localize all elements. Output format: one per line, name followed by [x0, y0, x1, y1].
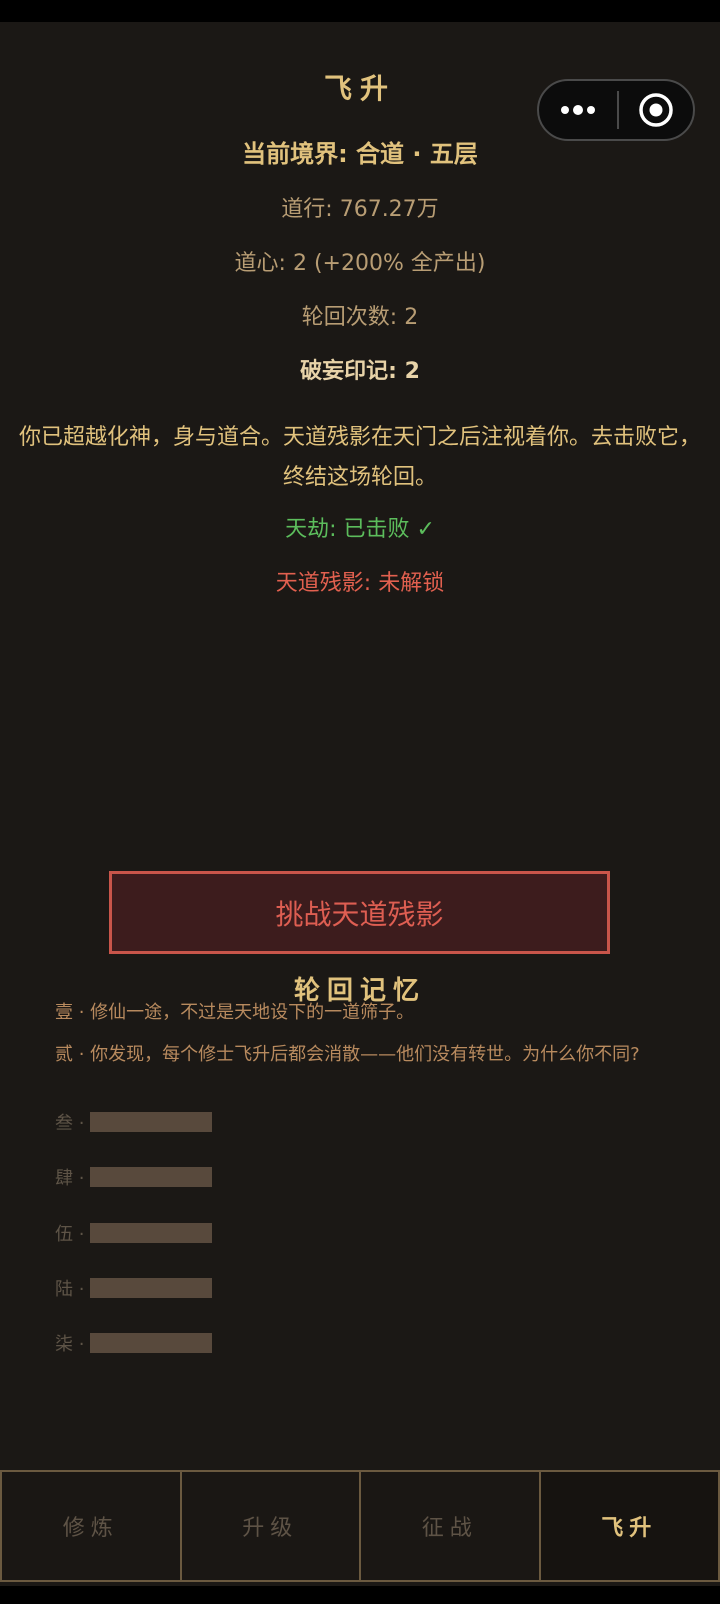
- memory-item-locked: 柒 ·: [55, 1332, 213, 1355]
- redacted-bar: [90, 1333, 213, 1353]
- current-realm: 当前境界: 合道 · 五层: [242, 140, 478, 168]
- daoxing-stat: 道行: 767.27万: [281, 197, 439, 222]
- challenge-button-label: 挑战天道残影: [275, 897, 444, 931]
- memory-item-locked: 叁 ·: [55, 1111, 213, 1134]
- tab-label: 飞升: [601, 1516, 658, 1541]
- app-screen: 飞升 当前境界: 合道 · 五层 道行: 767.27万 道心: 2 (+200…: [0, 22, 720, 1586]
- tab-cultivate[interactable]: 修炼: [0, 1470, 182, 1582]
- tab-battle[interactable]: 征战: [359, 1470, 541, 1582]
- memory-locked-label: 陆 ·: [55, 1279, 85, 1300]
- reincarnation-count: 轮回次数: 2: [301, 305, 419, 330]
- redacted-bar: [90, 1112, 213, 1132]
- tiandao-status: 天道残影: 未解锁: [275, 571, 445, 596]
- tab-label: 征战: [421, 1516, 478, 1541]
- redacted-bar: [90, 1167, 213, 1187]
- memory-locked-label: 肆 ·: [55, 1168, 85, 1189]
- story-description: 你已超越化神，身与道合。天道残影在天门之后注视着你。去击败它，终结这场轮回。: [18, 425, 701, 490]
- memory-item-locked: 伍 ·: [55, 1222, 213, 1245]
- memory-item: 壹 · 修仙一途，不过是天地设下的一道筛子。: [55, 1002, 415, 1023]
- memory-item-locked: 肆 ·: [55, 1166, 213, 1189]
- tab-upgrade[interactable]: 升级: [179, 1470, 361, 1582]
- memory-locked-label: 柒 ·: [55, 1334, 85, 1355]
- memory-item-locked: 陆 ·: [55, 1277, 213, 1300]
- tab-label: 升级: [242, 1516, 299, 1541]
- daoxin-stat: 道心: 2 (+200% 全产出): [234, 251, 486, 276]
- tab-ascend[interactable]: 飞升: [538, 1470, 720, 1582]
- memory-item: 贰 · 你发现，每个修士飞升后都会消散——他们没有转世。为什么你不同?: [55, 1044, 640, 1065]
- tab-label: 修炼: [62, 1516, 119, 1541]
- memory-locked-label: 叁 ·: [55, 1113, 85, 1134]
- redacted-bar: [90, 1223, 213, 1243]
- powang-mark-count: 破妄印记: 2: [300, 359, 420, 384]
- bottom-tab-bar: 修炼 升级 征战 飞升: [0, 1470, 720, 1582]
- memory-locked-label: 伍 ·: [55, 1224, 85, 1245]
- challenge-tiandao-button[interactable]: 挑战天道残影: [109, 871, 610, 954]
- redacted-bar: [90, 1278, 213, 1298]
- tianjie-status: 天劫: 已击败 ✓: [285, 517, 435, 542]
- page-title: 飞升: [323, 72, 396, 105]
